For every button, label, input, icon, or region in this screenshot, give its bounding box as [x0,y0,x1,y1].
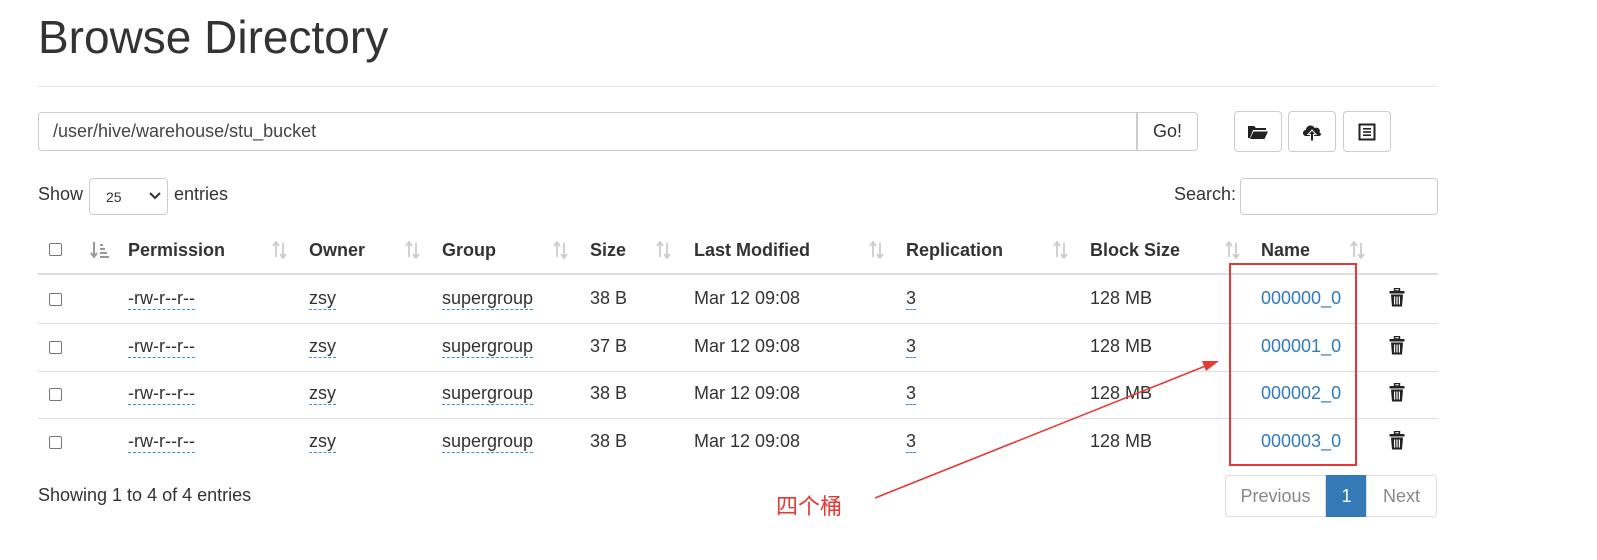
annotation-arrow [874,361,1219,499]
annotation-label: 四个桶 [776,494,843,519]
